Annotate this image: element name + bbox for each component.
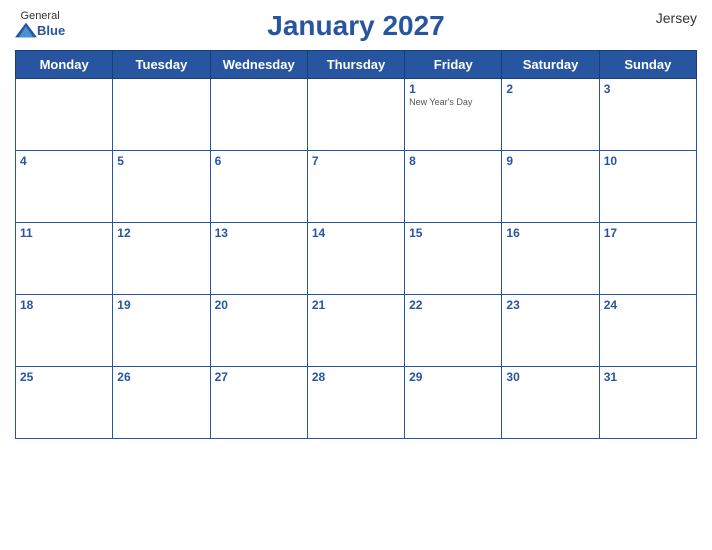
calendar-cell: 18 — [16, 295, 113, 367]
weekday-header-row: Monday Tuesday Wednesday Thursday Friday… — [16, 51, 697, 79]
day-number: 5 — [117, 154, 205, 168]
header-wednesday: Wednesday — [210, 51, 307, 79]
calendar-cell: 3 — [599, 79, 696, 151]
calendar-cell: 4 — [16, 151, 113, 223]
calendar-cell: 23 — [502, 295, 599, 367]
calendar-cell: 26 — [113, 367, 210, 439]
day-number: 24 — [604, 298, 692, 312]
day-number: 4 — [20, 154, 108, 168]
header-thursday: Thursday — [307, 51, 404, 79]
calendar-cell: 27 — [210, 367, 307, 439]
day-number: 22 — [409, 298, 497, 312]
region-label: Jersey — [656, 10, 697, 26]
day-number: 19 — [117, 298, 205, 312]
calendar-cell: 13 — [210, 223, 307, 295]
day-number: 27 — [215, 370, 303, 384]
logo-icon — [15, 22, 37, 38]
calendar-cell: 29 — [405, 367, 502, 439]
calendar-cell: 24 — [599, 295, 696, 367]
day-number: 3 — [604, 82, 692, 96]
calendar-cell: 19 — [113, 295, 210, 367]
calendar-cell: 5 — [113, 151, 210, 223]
calendar-cell — [113, 79, 210, 151]
header-saturday: Saturday — [502, 51, 599, 79]
calendar-week-row: 1New Year's Day 23 — [16, 79, 697, 151]
calendar-cell: 31 — [599, 367, 696, 439]
calendar-cell: 15 — [405, 223, 502, 295]
day-number: 15 — [409, 226, 497, 240]
day-number: 21 — [312, 298, 400, 312]
day-number: 1 — [409, 82, 497, 96]
day-number: 29 — [409, 370, 497, 384]
header-friday: Friday — [405, 51, 502, 79]
day-number: 11 — [20, 226, 108, 240]
calendar-table: Monday Tuesday Wednesday Thursday Friday… — [15, 50, 697, 439]
header-tuesday: Tuesday — [113, 51, 210, 79]
day-number: 13 — [215, 226, 303, 240]
calendar-cell: 10 — [599, 151, 696, 223]
logo-general-text: General — [21, 10, 60, 22]
calendar-cell: 1New Year's Day — [405, 79, 502, 151]
day-number: 18 — [20, 298, 108, 312]
day-number: 28 — [312, 370, 400, 384]
calendar-container: General Blue January 2027 Jersey Monday … — [0, 0, 712, 550]
calendar-cell — [210, 79, 307, 151]
calendar-cell: 6 — [210, 151, 307, 223]
calendar-cell: 28 — [307, 367, 404, 439]
month-title: January 2027 — [267, 10, 444, 42]
calendar-header: General Blue January 2027 Jersey — [15, 10, 697, 42]
calendar-cell — [307, 79, 404, 151]
day-number: 16 — [506, 226, 594, 240]
calendar-cell: 11 — [16, 223, 113, 295]
day-number: 2 — [506, 82, 594, 96]
calendar-week-row: 18 19 20 21 22 23 24 — [16, 295, 697, 367]
calendar-cell: 17 — [599, 223, 696, 295]
header-monday: Monday — [16, 51, 113, 79]
day-number: 26 — [117, 370, 205, 384]
calendar-week-row: 11 12 13 14 15 16 17 — [16, 223, 697, 295]
day-number: 31 — [604, 370, 692, 384]
holiday-label: New Year's Day — [409, 97, 497, 108]
day-number: 7 — [312, 154, 400, 168]
day-number: 9 — [506, 154, 594, 168]
logo-blue-text: Blue — [37, 23, 65, 38]
calendar-cell: 21 — [307, 295, 404, 367]
day-number: 10 — [604, 154, 692, 168]
day-number: 17 — [604, 226, 692, 240]
day-number: 14 — [312, 226, 400, 240]
calendar-week-row: 456789 10 — [16, 151, 697, 223]
calendar-week-row: 25 26 27 28 29 30 31 — [16, 367, 697, 439]
day-number: 20 — [215, 298, 303, 312]
calendar-cell: 7 — [307, 151, 404, 223]
day-number: 6 — [215, 154, 303, 168]
day-number: 30 — [506, 370, 594, 384]
calendar-cell: 20 — [210, 295, 307, 367]
day-number: 8 — [409, 154, 497, 168]
day-number: 12 — [117, 226, 205, 240]
header-sunday: Sunday — [599, 51, 696, 79]
calendar-cell: 12 — [113, 223, 210, 295]
calendar-cell: 22 — [405, 295, 502, 367]
calendar-cell: 30 — [502, 367, 599, 439]
calendar-cell: 25 — [16, 367, 113, 439]
calendar-cell: 2 — [502, 79, 599, 151]
logo-area: General Blue — [15, 10, 65, 38]
calendar-cell: 16 — [502, 223, 599, 295]
day-number: 23 — [506, 298, 594, 312]
day-number: 25 — [20, 370, 108, 384]
calendar-cell: 9 — [502, 151, 599, 223]
calendar-cell — [16, 79, 113, 151]
calendar-cell: 14 — [307, 223, 404, 295]
calendar-cell: 8 — [405, 151, 502, 223]
